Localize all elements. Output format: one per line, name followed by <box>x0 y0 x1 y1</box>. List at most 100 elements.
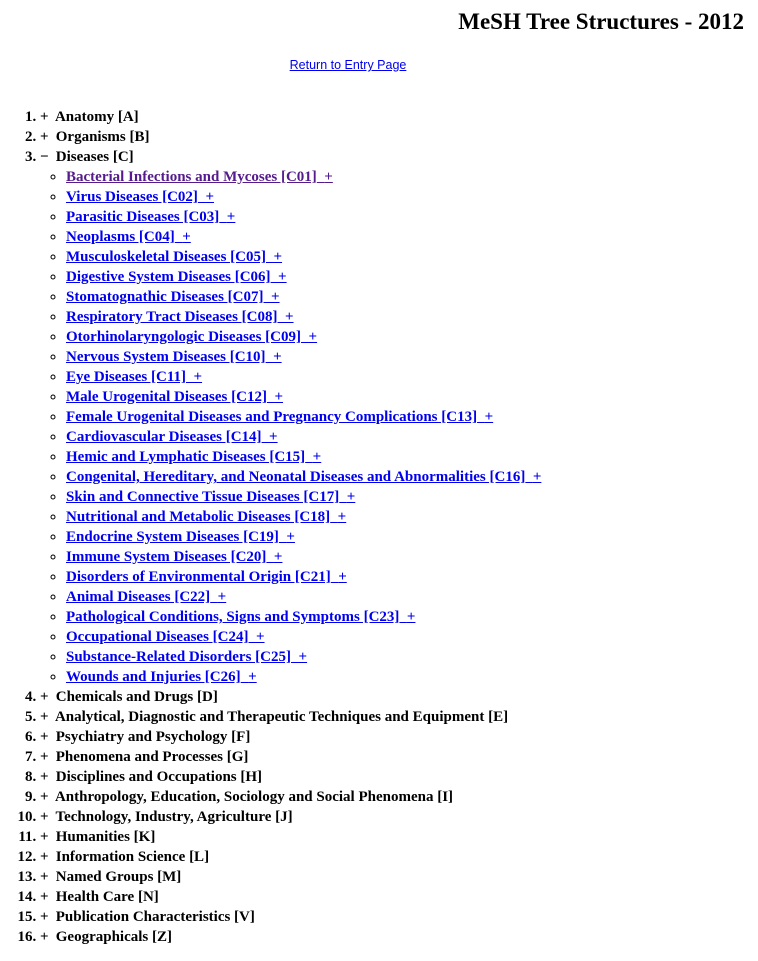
expand-icon[interactable]: + <box>40 767 50 787</box>
tree-node-label: Humanities [K] <box>55 829 156 845</box>
tree-child-link[interactable]: Nervous System Diseases [C10] + <box>66 349 282 365</box>
expand-icon[interactable]: + <box>338 569 347 585</box>
tree-child-node: Substance-Related Disorders [C25] + <box>66 647 758 667</box>
tree-node-6: + Psychiatry and Psychology [F] <box>40 727 758 747</box>
tree-children-list: Bacterial Infections and Mycoses [C01] +… <box>40 167 758 687</box>
expand-icon[interactable]: + <box>298 649 307 665</box>
expand-icon[interactable]: + <box>40 827 50 847</box>
tree-child-link[interactable]: Eye Diseases [C11] + <box>66 369 202 385</box>
tree-child-link[interactable]: Male Urogenital Diseases [C12] + <box>66 389 283 405</box>
tree-child-link[interactable]: Cardiovascular Diseases [C14] + <box>66 429 278 445</box>
tree-child-link[interactable]: Female Urogenital Diseases and Pregnancy… <box>66 409 493 425</box>
tree-child-node: Musculoskeletal Diseases [C05] + <box>66 247 758 267</box>
expand-icon[interactable]: + <box>407 609 416 625</box>
expand-icon[interactable]: + <box>218 589 227 605</box>
expand-icon[interactable]: + <box>324 169 333 185</box>
tree-child-link[interactable]: Hemic and Lymphatic Diseases [C15] + <box>66 449 321 465</box>
tree-child-link[interactable]: Digestive System Diseases [C06] + <box>66 269 287 285</box>
expand-icon[interactable]: + <box>274 389 283 405</box>
tree-child-link[interactable]: Neoplasms [C04] + <box>66 229 191 245</box>
expand-icon[interactable]: + <box>40 707 50 727</box>
expand-icon[interactable]: + <box>40 807 50 827</box>
tree-child-label: Skin and Connective Tissue Diseases [C17… <box>66 489 340 505</box>
expand-icon[interactable]: + <box>40 927 50 947</box>
expand-icon[interactable]: + <box>205 189 214 205</box>
tree-child-link[interactable]: Disorders of Environmental Origin [C21] … <box>66 569 347 585</box>
tree-child-link[interactable]: Respiratory Tract Diseases [C08] + <box>66 309 294 325</box>
expand-icon[interactable]: + <box>40 747 50 767</box>
tree-node-label: Health Care [N] <box>55 889 159 905</box>
tree-child-node: Bacterial Infections and Mycoses [C01] + <box>66 167 758 187</box>
expand-icon[interactable]: + <box>182 229 191 245</box>
tree-child-link[interactable]: Musculoskeletal Diseases [C05] + <box>66 249 282 265</box>
tree-child-link[interactable]: Wounds and Injuries [C26] + <box>66 669 257 685</box>
tree-child-link[interactable]: Stomatognathic Diseases [C07] + <box>66 289 280 305</box>
expand-icon[interactable]: + <box>40 107 50 127</box>
collapse-icon[interactable]: − <box>40 147 50 167</box>
tree-child-node: Neoplasms [C04] + <box>66 227 758 247</box>
expand-icon[interactable]: + <box>273 249 282 265</box>
expand-icon[interactable]: + <box>40 867 50 887</box>
expand-icon[interactable]: + <box>274 549 283 565</box>
expand-icon[interactable]: + <box>313 449 322 465</box>
tree-child-label: Substance-Related Disorders [C25] <box>66 649 291 665</box>
expand-icon[interactable]: + <box>40 127 50 147</box>
expand-icon[interactable]: + <box>338 509 347 525</box>
tree-child-label: Congenital, Hereditary, and Neonatal Dis… <box>66 469 526 485</box>
tree-child-node: Pathological Conditions, Signs and Sympt… <box>66 607 758 627</box>
expand-icon[interactable]: + <box>40 727 50 747</box>
return-to-entry-page-link[interactable]: Return to Entry Page <box>290 58 407 72</box>
tree-node-label: Chemicals and Drugs [D] <box>55 689 218 705</box>
tree-child-node: Occupational Diseases [C24] + <box>66 627 758 647</box>
expand-icon[interactable]: + <box>40 907 50 927</box>
tree-child-node: Animal Diseases [C22] + <box>66 587 758 607</box>
tree-child-link[interactable]: Congenital, Hereditary, and Neonatal Dis… <box>66 469 541 485</box>
tree-child-link[interactable]: Endocrine System Diseases [C19] + <box>66 529 295 545</box>
expand-icon[interactable]: + <box>485 409 494 425</box>
expand-icon[interactable]: + <box>347 489 356 505</box>
tree-child-link[interactable]: Occupational Diseases [C24] + <box>66 629 265 645</box>
tree-child-node: Female Urogenital Diseases and Pregnancy… <box>66 407 758 427</box>
tree-child-node: Parasitic Diseases [C03] + <box>66 207 758 227</box>
expand-icon[interactable]: + <box>271 289 280 305</box>
tree-node-15: + Publication Characteristics [V] <box>40 907 758 927</box>
expand-icon[interactable]: + <box>194 369 203 385</box>
tree-child-node: Disorders of Environmental Origin [C21] … <box>66 567 758 587</box>
expand-icon[interactable]: + <box>40 847 50 867</box>
expand-icon[interactable]: + <box>269 429 278 445</box>
expand-icon[interactable]: + <box>533 469 542 485</box>
tree-node-10: + Technology, Industry, Agriculture [J] <box>40 807 758 827</box>
tree-child-link[interactable]: Otorhinolaryngologic Diseases [C09] + <box>66 329 317 345</box>
tree-child-link[interactable]: Animal Diseases [C22] + <box>66 589 226 605</box>
expand-icon[interactable]: + <box>227 209 236 225</box>
tree-child-link[interactable]: Skin and Connective Tissue Diseases [C17… <box>66 489 355 505</box>
expand-icon[interactable]: + <box>278 269 287 285</box>
tree-child-label: Parasitic Diseases [C03] <box>66 209 220 225</box>
tree-child-link[interactable]: Immune System Diseases [C20] + <box>66 549 282 565</box>
tree-node-9: + Anthropology, Education, Sociology and… <box>40 787 758 807</box>
tree-child-label: Nutritional and Metabolic Diseases [C18] <box>66 509 331 525</box>
expand-icon[interactable]: + <box>248 669 257 685</box>
expand-icon[interactable]: + <box>285 309 294 325</box>
expand-icon[interactable]: + <box>286 529 295 545</box>
tree-node-label: Geographicals [Z] <box>55 929 172 945</box>
tree-node-5: + Analytical, Diagnostic and Therapeutic… <box>40 707 758 727</box>
expand-icon[interactable]: + <box>40 887 50 907</box>
tree-node-4: + Chemicals and Drugs [D] <box>40 687 758 707</box>
tree-child-node: Hemic and Lymphatic Diseases [C15] + <box>66 447 758 467</box>
tree-child-link[interactable]: Pathological Conditions, Signs and Sympt… <box>66 609 415 625</box>
expand-icon[interactable]: + <box>308 329 317 345</box>
tree-child-link[interactable]: Nutritional and Metabolic Diseases [C18]… <box>66 509 346 525</box>
tree-child-link[interactable]: Bacterial Infections and Mycoses [C01] + <box>66 169 333 185</box>
expand-icon[interactable]: + <box>40 787 50 807</box>
tree-child-link[interactable]: Virus Diseases [C02] + <box>66 189 214 205</box>
tree-node-16: + Geographicals [Z] <box>40 927 758 947</box>
tree-child-node: Cardiovascular Diseases [C14] + <box>66 427 758 447</box>
tree-child-link[interactable]: Substance-Related Disorders [C25] + <box>66 649 307 665</box>
expand-icon[interactable]: + <box>256 629 265 645</box>
expand-icon[interactable]: + <box>273 349 282 365</box>
tree-child-label: Otorhinolaryngologic Diseases [C09] <box>66 329 301 345</box>
expand-icon[interactable]: + <box>40 687 50 707</box>
tree-child-link[interactable]: Parasitic Diseases [C03] + <box>66 209 235 225</box>
tree-node-14: + Health Care [N] <box>40 887 758 907</box>
